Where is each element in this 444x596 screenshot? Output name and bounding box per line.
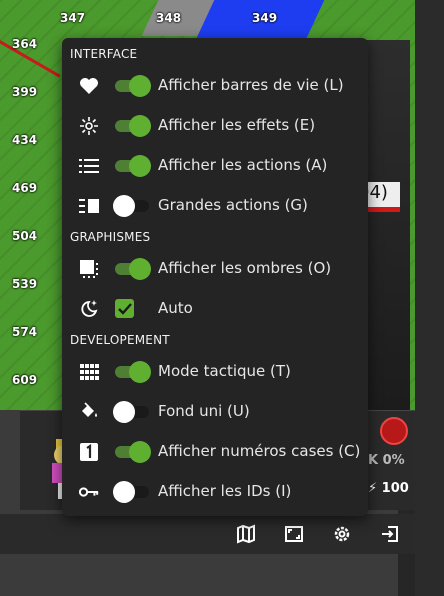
night-mode-icon	[79, 299, 99, 319]
option-shadows[interactable]: Afficher les ombres (O)	[62, 249, 368, 289]
game-screen: 347 348 349 364 399 434 469 504 539 574 …	[0, 0, 444, 596]
ids-toggle[interactable]	[113, 481, 151, 503]
option-label: Fond uni (U)	[158, 402, 250, 420]
key-icon	[79, 482, 99, 502]
cell-number: 574	[12, 325, 38, 339]
section-title-graphismes: GRAPHISMES	[70, 230, 151, 244]
option-big-actions[interactable]: Grandes actions (G)	[62, 186, 368, 226]
cell-number: 347	[60, 11, 86, 25]
exit-icon	[382, 526, 398, 542]
option-label: Afficher barres de vie (L)	[158, 76, 344, 94]
plain-background-toggle[interactable]	[113, 401, 151, 423]
option-label: Grandes actions (G)	[158, 196, 308, 214]
effects-toggle[interactable]	[113, 115, 151, 137]
option-effects[interactable]: Afficher les effets (E)	[62, 106, 368, 146]
shadows-toggle[interactable]	[113, 258, 151, 280]
option-ids[interactable]: Afficher les IDs (I)	[62, 472, 368, 512]
fullscreen-button[interactable]	[282, 522, 306, 546]
option-label: Mode tactique (T)	[158, 362, 291, 380]
map-button[interactable]	[234, 522, 258, 546]
cell-number: 504	[12, 229, 38, 243]
option-life-bars[interactable]: Afficher barres de vie (L)	[62, 66, 368, 106]
cell-number: 349	[252, 11, 278, 25]
exit-button[interactable]	[378, 522, 402, 546]
list-icon	[79, 156, 99, 176]
cell-number: 399	[12, 85, 38, 99]
option-cell-numbers[interactable]: Afficher numéros cases (C)	[62, 432, 368, 472]
option-label: Afficher les ombres (O)	[158, 259, 332, 277]
option-label: Afficher les actions (A)	[158, 156, 328, 174]
large-actions-icon	[79, 196, 99, 216]
option-auto[interactable]: Auto	[62, 289, 368, 329]
team-badge-icon	[380, 417, 408, 445]
gear-icon	[334, 526, 350, 542]
option-label: Afficher les IDs (I)	[158, 482, 292, 500]
cell-number: 434	[12, 133, 38, 147]
option-plain-background[interactable]: Fond uni (U)	[62, 392, 368, 432]
cell-number: 364	[12, 37, 38, 51]
fullscreen-icon	[285, 526, 303, 542]
cell-numbers-toggle[interactable]	[113, 441, 151, 463]
number-one-icon	[79, 442, 99, 462]
auto-checkbox[interactable]	[115, 299, 134, 318]
effects-icon	[79, 116, 99, 136]
energy-stat: ⚡ 100	[368, 481, 409, 496]
shadow-icon	[79, 259, 99, 279]
side-panel	[415, 0, 444, 596]
map-icon	[237, 524, 255, 544]
cell-number: 348	[156, 11, 182, 25]
display-options-menu: INTERFACE Afficher barres de vie (L) Aff…	[62, 38, 368, 516]
checkmark-icon	[117, 302, 132, 315]
option-label: Afficher numéros cases (C)	[158, 442, 361, 460]
lightning-icon: ⚡	[368, 481, 382, 496]
life-bars-toggle[interactable]	[113, 75, 151, 97]
grid-icon	[79, 362, 99, 382]
percent-stat: K 0%	[368, 453, 405, 468]
actions-toggle[interactable]	[113, 155, 151, 177]
big-actions-toggle[interactable]	[113, 195, 151, 217]
option-label: Afficher les effets (E)	[158, 116, 316, 134]
cell-number: 539	[12, 277, 38, 291]
option-actions[interactable]: Afficher les actions (A)	[62, 146, 368, 186]
option-label: Auto	[158, 299, 193, 317]
settings-button[interactable]	[330, 522, 354, 546]
option-tactical[interactable]: Mode tactique (T)	[62, 352, 368, 392]
section-title-interface: INTERFACE	[70, 47, 138, 61]
section-title-developement: DEVELOPEMENT	[70, 333, 170, 347]
paint-bucket-icon	[79, 402, 99, 422]
cell-number: 469	[12, 181, 38, 195]
percent-icon: K	[368, 453, 383, 468]
cell-number: 609	[12, 373, 38, 387]
heart-icon	[79, 76, 99, 96]
bottom-toolbar	[0, 514, 416, 554]
tactical-toggle[interactable]	[113, 361, 151, 383]
